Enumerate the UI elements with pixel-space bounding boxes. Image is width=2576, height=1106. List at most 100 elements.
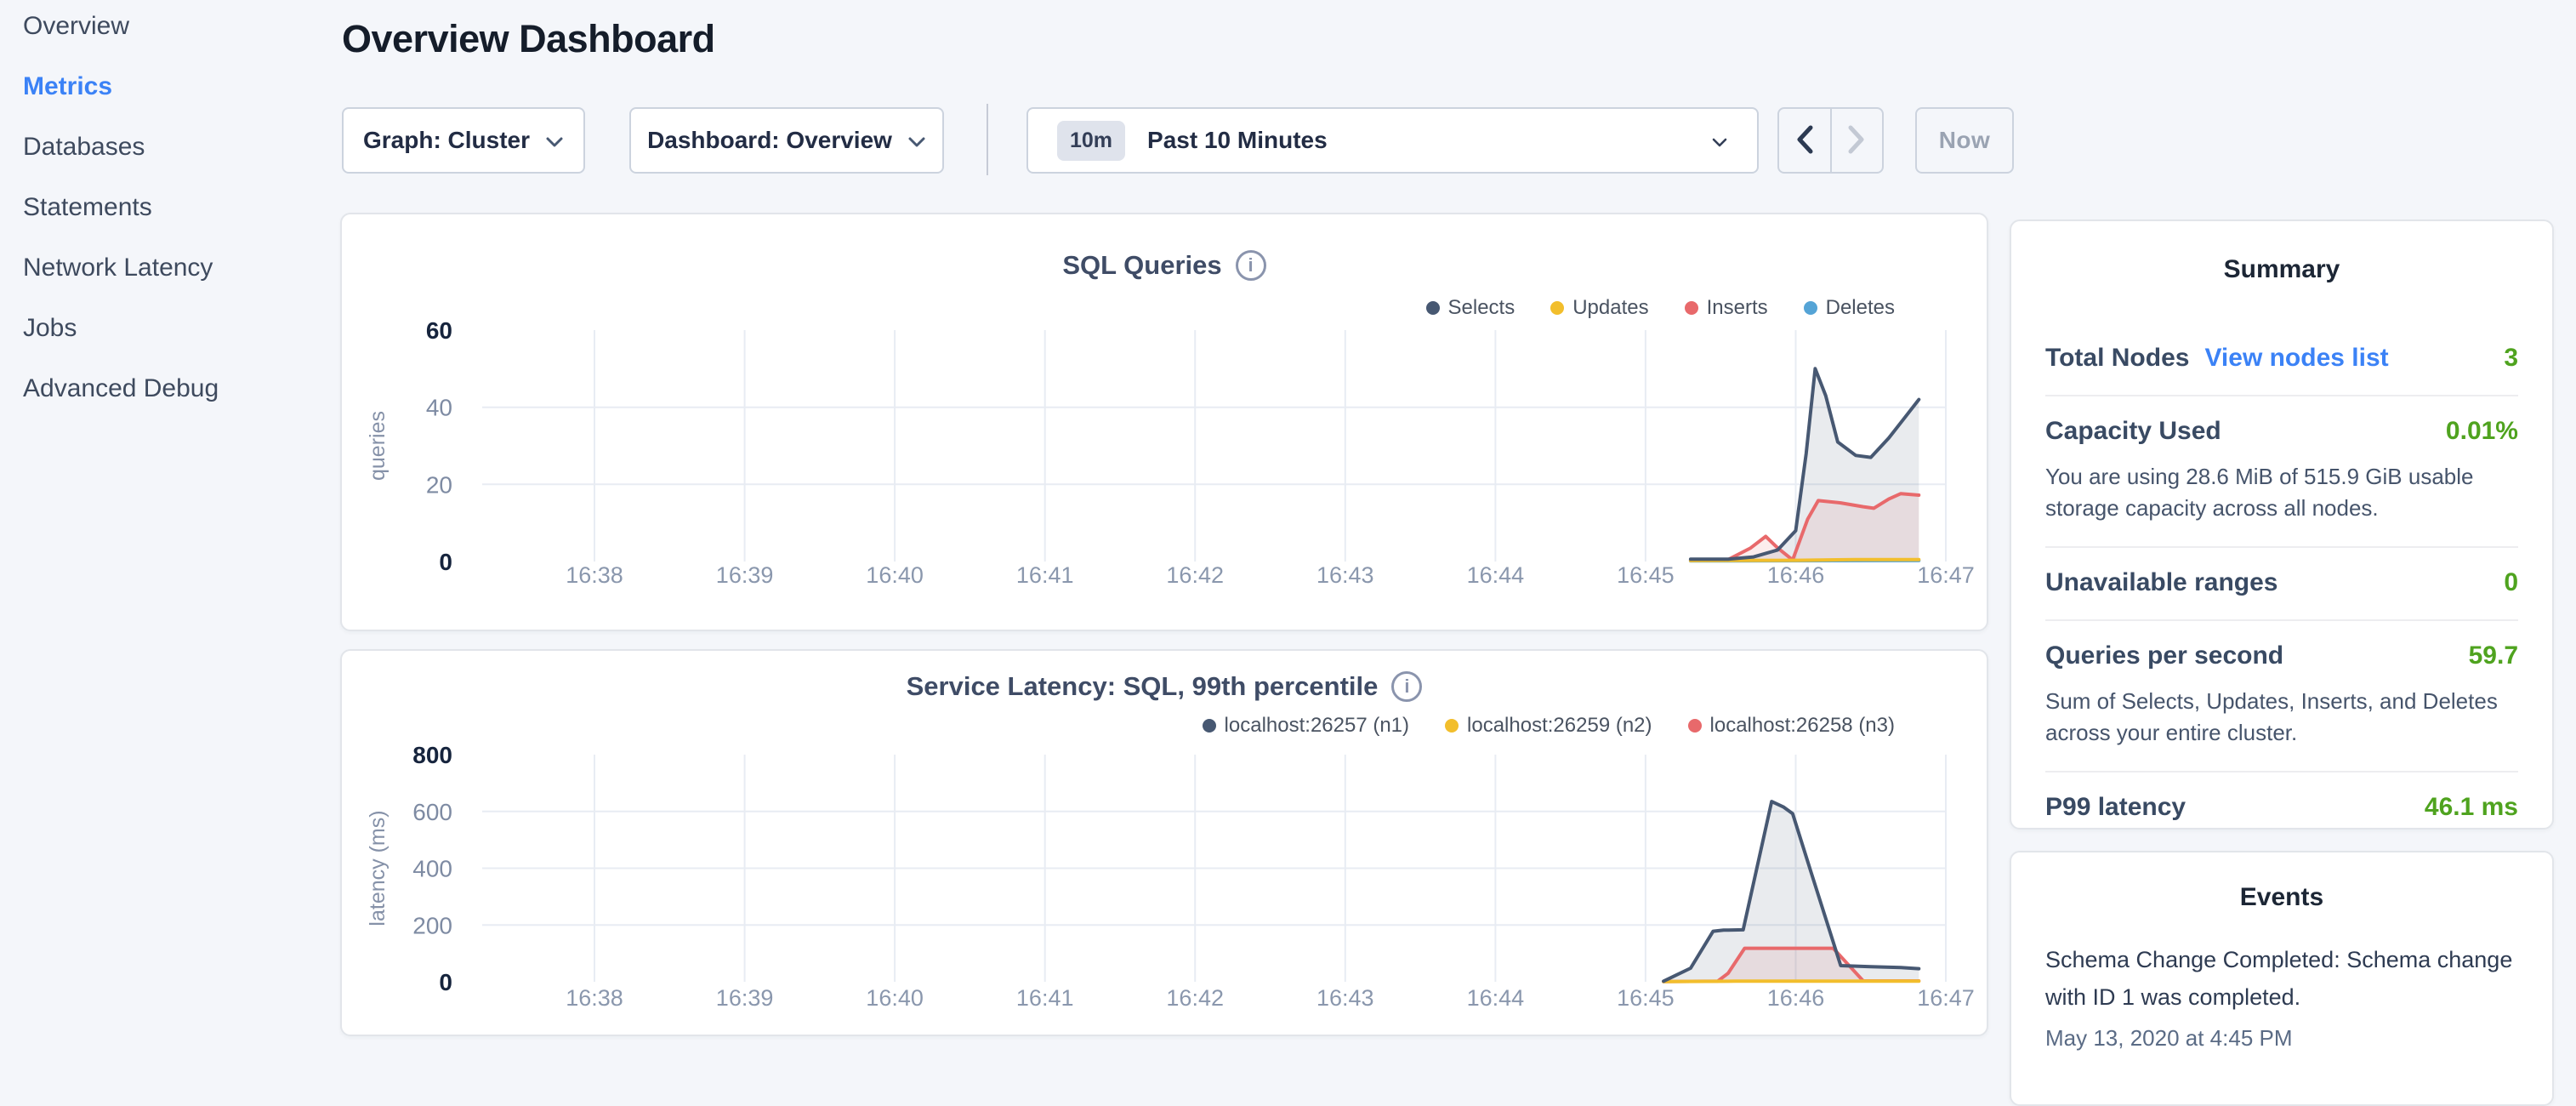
graph-dropdown[interactable]: Graph: Cluster [342,107,585,174]
sidebar-item-advanced-debug[interactable]: Advanced Debug [23,375,312,402]
legend-label: localhost:26259 (n2) [1467,714,1652,738]
sidebar-item-databases[interactable]: Databases [23,134,312,161]
legend-label: Selects [1448,296,1515,320]
event-item-text: Schema Change Completed: Schema change w… [2045,941,2518,1017]
sidebar: Overview Metrics Databases Statements Ne… [23,13,312,436]
sidebar-item-metrics[interactable]: Metrics [23,73,312,100]
page-title: Overview Dashboard [342,17,715,61]
chart-title-row: Service Latency: SQL, 99th percentile i [342,671,1987,702]
svg-text:16:41: 16:41 [1016,985,1074,1011]
summary-row-label: Queries per second [2045,641,2283,670]
legend-dot-icon [1804,301,1817,315]
svg-text:16:47: 16:47 [1917,985,1975,1011]
chevron-right-icon [1845,123,1868,158]
svg-text:400: 400 [412,856,452,882]
legend-label: Inserts [1707,296,1768,320]
chevron-down-icon [1711,127,1728,154]
legend-label: Deletes [1826,296,1895,320]
legend-item: Selects [1426,296,1515,320]
svg-text:16:41: 16:41 [1016,562,1074,588]
service-latency-chart-card: Service Latency: SQL, 99th percentile i … [340,649,1988,1036]
legend-dot-icon [1685,301,1698,315]
legend-dot-icon [1426,301,1440,315]
svg-text:16:45: 16:45 [1617,562,1675,588]
legend-item: localhost:26257 (n1) [1203,714,1409,738]
summary-panel: Summary Total Nodes View nodes list 3 Ca… [2010,219,2554,830]
summary-row-value: 0 [2504,568,2518,597]
sql-queries-chart-card: SQL Queries i Selects Updates Inserts Delet… [340,213,1988,631]
now-button[interactable]: Now [1915,107,2014,174]
chart-legend: Selects Updates Inserts Deletes [1426,296,1896,320]
svg-text:800: 800 [412,742,452,768]
chart-plot[interactable]: 16:3816:3916:4016:4116:4216:4316:4416:45… [342,651,1987,1035]
events-title: Events [2045,883,2518,912]
legend-dot-icon [1550,301,1564,315]
app-root: { "sidebar": { "items": [ {"label": "Ove… [0,0,2576,1052]
time-nav-group [1777,107,1884,174]
summary-row-subtext: You are using 28.6 MiB of 515.9 GiB usab… [2045,461,2518,524]
svg-text:latency (ms): latency (ms) [366,810,390,926]
sidebar-item-overview[interactable]: Overview [23,13,312,40]
summary-row-label: Total Nodes [2045,344,2189,373]
sidebar-item-statements[interactable]: Statements [23,194,312,221]
svg-text:16:44: 16:44 [1467,985,1525,1011]
svg-text:16:43: 16:43 [1316,562,1374,588]
chart-title-row: SQL Queries i [342,250,1987,281]
legend-label: localhost:26257 (n1) [1225,714,1409,738]
svg-text:16:45: 16:45 [1617,985,1675,1011]
legend-dot-icon [1445,719,1459,733]
summary-row-capacity-used: Capacity Used 0.01% [2045,396,2518,468]
time-range-badge: 10m [1057,121,1125,161]
summary-row-value: 0.01% [2446,417,2518,446]
legend-item: Deletes [1804,296,1895,320]
sidebar-item-network-latency[interactable]: Network Latency [23,254,312,282]
chart-legend: localhost:26257 (n1) localhost:26259 (n2)… [1203,714,1895,738]
legend-dot-icon [1203,719,1216,733]
legend-item: Inserts [1685,296,1768,320]
svg-text:16:44: 16:44 [1467,562,1525,588]
summary-row-label: Capacity Used [2045,417,2221,446]
svg-text:60: 60 [426,317,452,344]
svg-text:16:38: 16:38 [566,562,623,588]
summary-row-unavailable-ranges: Unavailable ranges 0 [2045,548,2518,619]
time-range-label: Past 10 Minutes [1147,127,1328,154]
svg-text:16:42: 16:42 [1166,985,1224,1011]
summary-row-subtext: Sum of Selects, Updates, Inserts, and De… [2045,686,2518,749]
legend-item: localhost:26258 (n3) [1688,714,1895,738]
svg-text:queries: queries [366,411,390,481]
svg-text:16:40: 16:40 [866,985,924,1011]
svg-text:16:42: 16:42 [1166,562,1224,588]
svg-text:16:46: 16:46 [1767,985,1825,1011]
events-panel: Events Schema Change Completed: Schema c… [2010,851,2554,1106]
legend-item: localhost:26259 (n2) [1445,714,1652,738]
svg-text:200: 200 [412,912,452,938]
info-icon[interactable]: i [1391,671,1422,702]
legend-dot-icon [1688,719,1702,733]
summary-row-value: 59.7 [2469,641,2518,670]
time-prev-button[interactable] [1779,109,1830,172]
svg-text:16:39: 16:39 [716,562,774,588]
time-range-dropdown[interactable]: 10m Past 10 Minutes [1026,107,1759,174]
svg-text:40: 40 [426,395,452,421]
sidebar-item-jobs[interactable]: Jobs [23,315,312,342]
chevron-down-icon [907,127,926,154]
summary-row-value: 46.1 ms [2425,793,2518,822]
chart-title: SQL Queries [1062,250,1221,281]
dashboard-dropdown[interactable]: Dashboard: Overview [629,107,944,174]
view-nodes-list-link[interactable]: View nodes list [2204,344,2388,373]
event-item-timestamp: May 13, 2020 at 4:45 PM [2045,1025,2518,1052]
chevron-down-icon [545,127,564,154]
summary-row-p99-latency: P99 latency 46.1 ms [2045,772,2518,844]
info-icon[interactable]: i [1236,250,1266,281]
legend-label: localhost:26258 (n3) [1710,714,1895,738]
svg-text:16:47: 16:47 [1917,562,1975,588]
svg-text:16:43: 16:43 [1316,985,1374,1011]
svg-text:16:46: 16:46 [1767,562,1825,588]
summary-row-label: P99 latency [2045,793,2186,822]
time-next-button[interactable] [1830,109,1883,172]
svg-text:16:40: 16:40 [866,562,924,588]
dashboard-dropdown-label: Dashboard: Overview [647,127,892,154]
svg-text:20: 20 [426,471,452,498]
chevron-left-icon [1794,123,1816,158]
legend-item: Updates [1550,296,1648,320]
